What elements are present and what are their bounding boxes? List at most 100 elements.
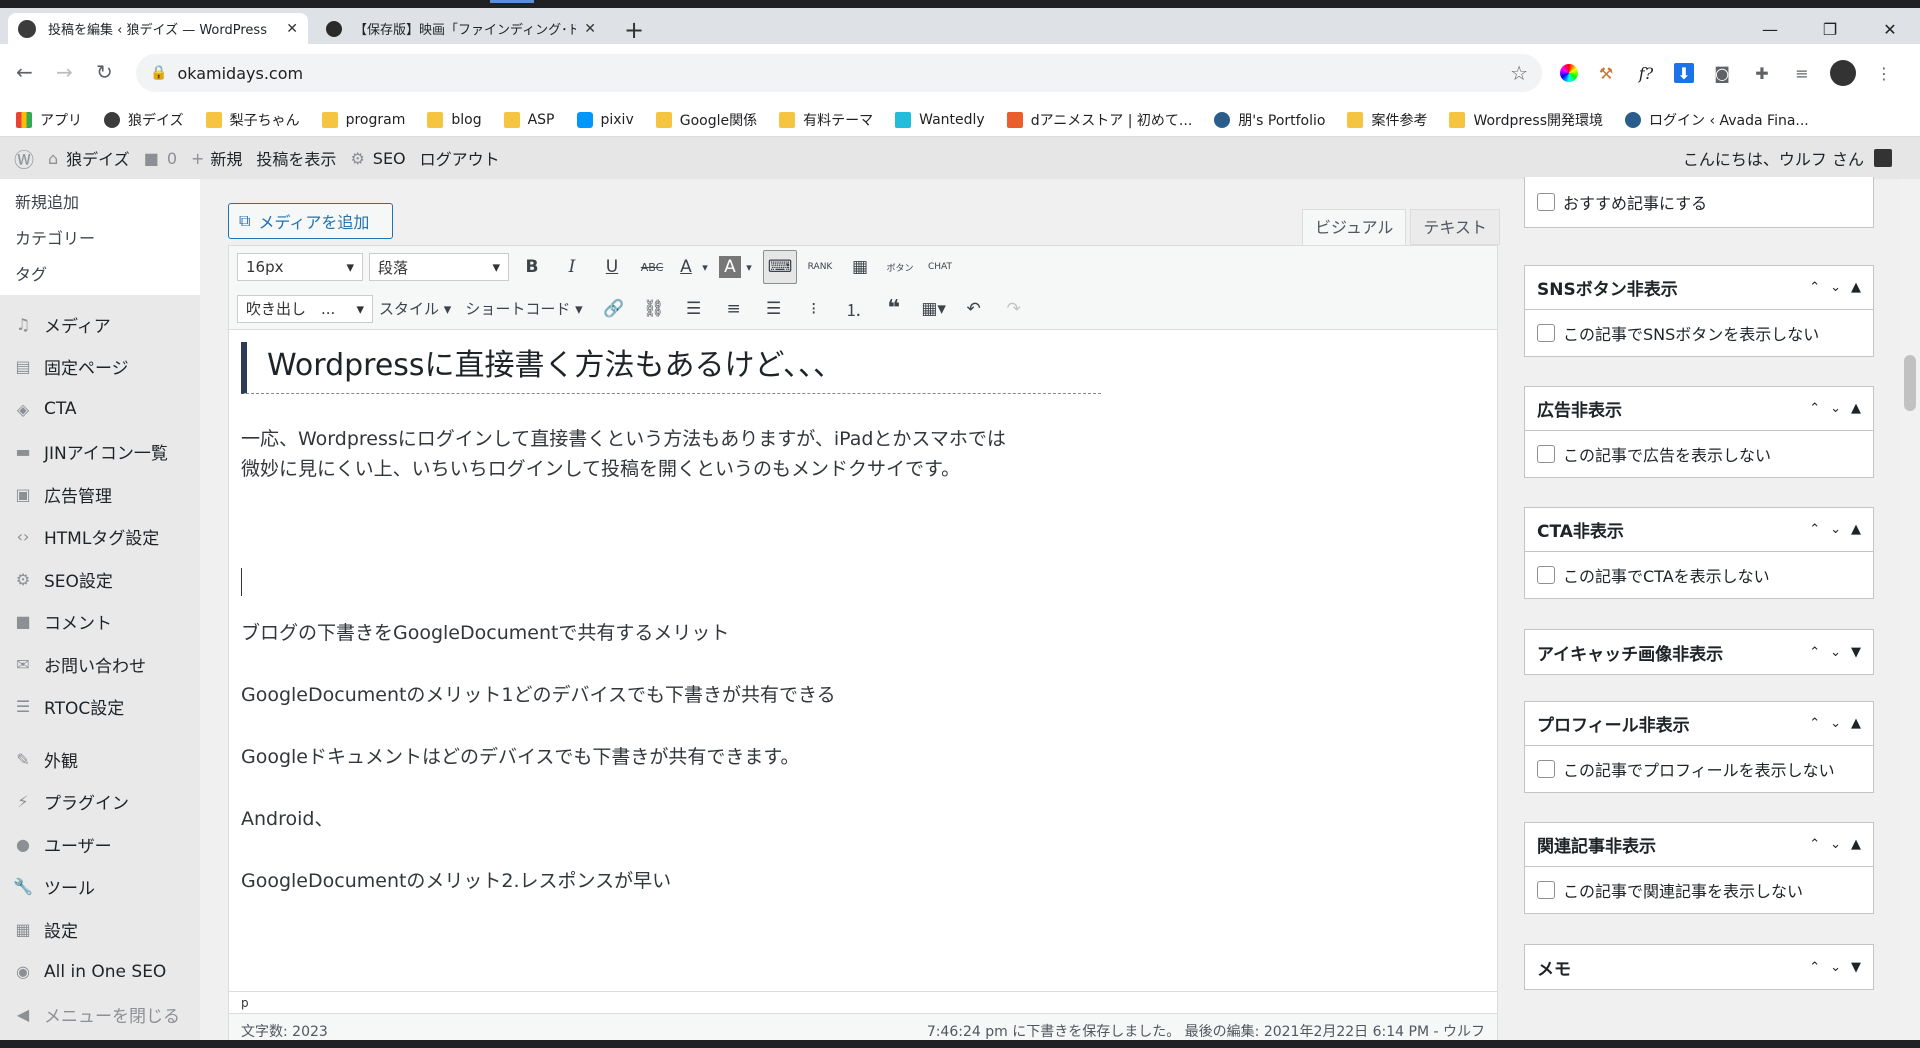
sidebar-item-ads[interactable]: ▣ 広告管理 bbox=[0, 473, 200, 516]
bold-icon[interactable]: B bbox=[515, 250, 549, 284]
sidebar-item-rtoc[interactable]: ☰ RTOC設定 bbox=[0, 686, 200, 729]
tab-text[interactable]: テキスト bbox=[1410, 209, 1500, 245]
metabox-header[interactable]: 広告非表示 ⌃ ⌄ ▲ bbox=[1525, 387, 1873, 431]
new-content-link[interactable]: + 新規 bbox=[191, 146, 242, 170]
bookmark-folder[interactable]: 有料テーマ bbox=[779, 110, 873, 130]
bookmark-apps[interactable]: アプリ bbox=[16, 110, 82, 130]
metabox-header[interactable]: プロフィール非表示 ⌃ ⌄ ▲ bbox=[1525, 702, 1873, 746]
align-center-icon[interactable]: ≡ bbox=[717, 292, 751, 326]
sidebar-item-seo[interactable]: ⚙ SEO設定 bbox=[0, 558, 200, 601]
reload-icon[interactable]: ↻ bbox=[96, 60, 113, 84]
chat-icon[interactable]: CHAT bbox=[923, 250, 957, 284]
bookmark-avada[interactable]: ログイン ‹ Avada Fina... bbox=[1625, 110, 1809, 130]
sidebar-item-comments[interactable]: ■ コメント bbox=[0, 601, 200, 644]
sns-option[interactable]: この記事でSNSボタンを表示しない bbox=[1525, 310, 1873, 356]
bookmark-folder[interactable]: Google関係 bbox=[655, 110, 757, 130]
view-post-link[interactable]: 投稿を表示 bbox=[256, 146, 336, 170]
text-color-icon[interactable]: A bbox=[675, 250, 697, 284]
url-text[interactable]: okamidays.com bbox=[177, 64, 1510, 83]
metabox-header[interactable]: アイキャッチ画像非表示 ⌃ ⌄ ▼ bbox=[1525, 630, 1873, 674]
format-select[interactable]: 段落 ▾ bbox=[369, 253, 509, 281]
sidebar-item-contact[interactable]: ✉ お問い合わせ bbox=[0, 643, 200, 686]
checkbox[interactable] bbox=[1537, 324, 1555, 342]
scrollbar-thumb[interactable] bbox=[1904, 355, 1916, 411]
bookmark-folder[interactable]: ASP bbox=[503, 111, 555, 128]
bookmark-folder[interactable]: Wordpress開発環境 bbox=[1449, 110, 1603, 130]
checkbox[interactable] bbox=[1537, 566, 1555, 584]
omnibox[interactable]: 🔒 okamidays.com ☆ bbox=[136, 54, 1542, 92]
sidebar-item-plugins[interactable]: ⚡ プラグイン bbox=[0, 781, 200, 824]
sidebar-item-pages[interactable]: ▤ 固定ページ bbox=[0, 346, 200, 389]
related-option[interactable]: この記事で関連記事を表示しない bbox=[1525, 867, 1873, 913]
sidebar-item-tools[interactable]: 🔧 ツール bbox=[0, 866, 200, 909]
hammer-extension-icon[interactable]: ⚒ bbox=[1594, 61, 1618, 85]
font-size-select[interactable]: 16px ▾ bbox=[237, 253, 363, 281]
maximize-button[interactable]: ❐ bbox=[1800, 16, 1860, 44]
page-scrollbar[interactable] bbox=[1900, 179, 1920, 1048]
sidebar-item-cta[interactable]: ◈ CTA bbox=[0, 388, 200, 431]
checkbox[interactable] bbox=[1537, 445, 1555, 463]
comments-link[interactable]: ■ 0 bbox=[144, 149, 177, 168]
sidebar-item-jin-icons[interactable]: ▬ JINアイコン一覧 bbox=[0, 431, 200, 474]
dropdown-arrow-icon[interactable]: ▾ bbox=[741, 250, 757, 284]
collapse-menu-button[interactable]: ◀ メニューを閉じる bbox=[0, 993, 200, 1036]
submenu-categories[interactable]: カテゴリー bbox=[0, 219, 200, 255]
checkbox[interactable] bbox=[1537, 193, 1555, 211]
metabox-header[interactable]: SNSボタン非表示 ⌃ ⌄ ▲ bbox=[1525, 266, 1873, 310]
unlink-icon[interactable]: ⛓ bbox=[637, 292, 671, 326]
submenu-tags[interactable]: タグ bbox=[0, 255, 200, 291]
align-left-icon[interactable]: ☰ bbox=[677, 292, 711, 326]
cta-option[interactable]: この記事でCTAを表示しない bbox=[1525, 552, 1873, 598]
profile-avatar[interactable] bbox=[1830, 60, 1856, 86]
bookmark-folder[interactable]: 梨子ちゃん bbox=[205, 110, 300, 130]
editor-content[interactable]: Wordpressに直接書く方法もあるけど、、、 一応、Wordpressにログ… bbox=[241, 332, 1481, 992]
chrome-menu-icon[interactable]: ⋮ bbox=[1872, 61, 1896, 85]
rank-icon[interactable]: RANK bbox=[803, 250, 837, 284]
italic-icon[interactable]: I bbox=[555, 250, 589, 284]
back-arrow-icon[interactable]: ← bbox=[16, 60, 33, 84]
undo-icon[interactable]: ↶ bbox=[957, 292, 991, 326]
bookmark-okamidays[interactable]: 狼デイズ bbox=[104, 110, 184, 130]
shortcode-dropdown[interactable]: ショートコード ▾ bbox=[465, 298, 582, 319]
checkbox[interactable] bbox=[1537, 760, 1555, 778]
bullet-list-icon[interactable]: ⁝ bbox=[797, 292, 831, 326]
color-picker-extension-icon[interactable] bbox=[1560, 64, 1578, 82]
button-set-icon[interactable]: ボタン bbox=[883, 250, 917, 284]
link-icon[interactable]: 🔗 bbox=[597, 292, 631, 326]
metabox-header[interactable]: CTA非表示 ⌃ ⌄ ▲ bbox=[1525, 508, 1873, 552]
reading-list-icon[interactable]: ≡ bbox=[1790, 61, 1814, 85]
sidebar-item-html-tags[interactable]: ‹› HTMLタグ設定 bbox=[0, 516, 200, 559]
bookmark-folder[interactable]: 案件参考 bbox=[1347, 110, 1427, 130]
download-extension-icon[interactable]: ⬇ bbox=[1674, 63, 1694, 83]
ads-option[interactable]: この記事で広告を表示しない bbox=[1525, 431, 1873, 477]
wordpress-logo-icon[interactable]: Ⓦ bbox=[14, 144, 34, 173]
bookmark-star-icon[interactable]: ☆ bbox=[1510, 61, 1528, 85]
tab-close-icon[interactable]: ✕ bbox=[286, 21, 298, 37]
toolbar-toggle-icon[interactable]: ⌨ bbox=[763, 250, 797, 284]
new-tab-button[interactable]: + bbox=[624, 16, 644, 44]
bookmark-pixiv[interactable]: pixiv bbox=[576, 111, 634, 128]
site-name-link[interactable]: ⌂ 狼デイズ bbox=[48, 146, 130, 170]
sidebar-item-appearance[interactable]: ✎ 外観 bbox=[0, 738, 200, 781]
bookmark-folder[interactable]: program bbox=[321, 111, 405, 128]
tab-wordpress-editor[interactable]: 投稿を編集 ‹ 狼デイズ — WordPress ✕ bbox=[8, 13, 308, 44]
bookmark-danime[interactable]: dアニメストア | 初めて... bbox=[1006, 110, 1192, 130]
seo-link[interactable]: ⚙ SEO bbox=[350, 149, 405, 168]
tab-visual[interactable]: ビジュアル bbox=[1302, 209, 1407, 245]
underline-icon[interactable]: U bbox=[595, 250, 629, 284]
checkbox[interactable] bbox=[1537, 881, 1555, 899]
style-dropdown[interactable]: スタイル ▾ bbox=[379, 298, 451, 319]
profile-option[interactable]: この記事でプロフィールを表示しない bbox=[1525, 746, 1873, 792]
submenu-add-new[interactable]: 新規追加 bbox=[0, 183, 200, 219]
numbered-list-icon[interactable]: ⒈ bbox=[837, 292, 871, 326]
bookmark-portfolio[interactable]: 朋's Portfolio bbox=[1214, 110, 1325, 130]
dropdown-arrow-icon[interactable]: ▾ bbox=[697, 250, 713, 284]
sidebar-item-settings[interactable]: ▦ 設定 bbox=[0, 908, 200, 951]
bookmark-wantedly[interactable]: Wantedly bbox=[895, 111, 985, 128]
element-path[interactable]: p bbox=[229, 991, 1497, 1013]
sidebar-item-users[interactable]: ● ユーザー bbox=[0, 823, 200, 866]
table-icon[interactable]: ▦▾ bbox=[917, 292, 951, 326]
logout-link[interactable]: ログアウト bbox=[420, 146, 500, 170]
recommend-option[interactable]: おすすめ記事にする bbox=[1525, 177, 1873, 227]
font-extension-icon[interactable]: f? bbox=[1634, 61, 1658, 85]
